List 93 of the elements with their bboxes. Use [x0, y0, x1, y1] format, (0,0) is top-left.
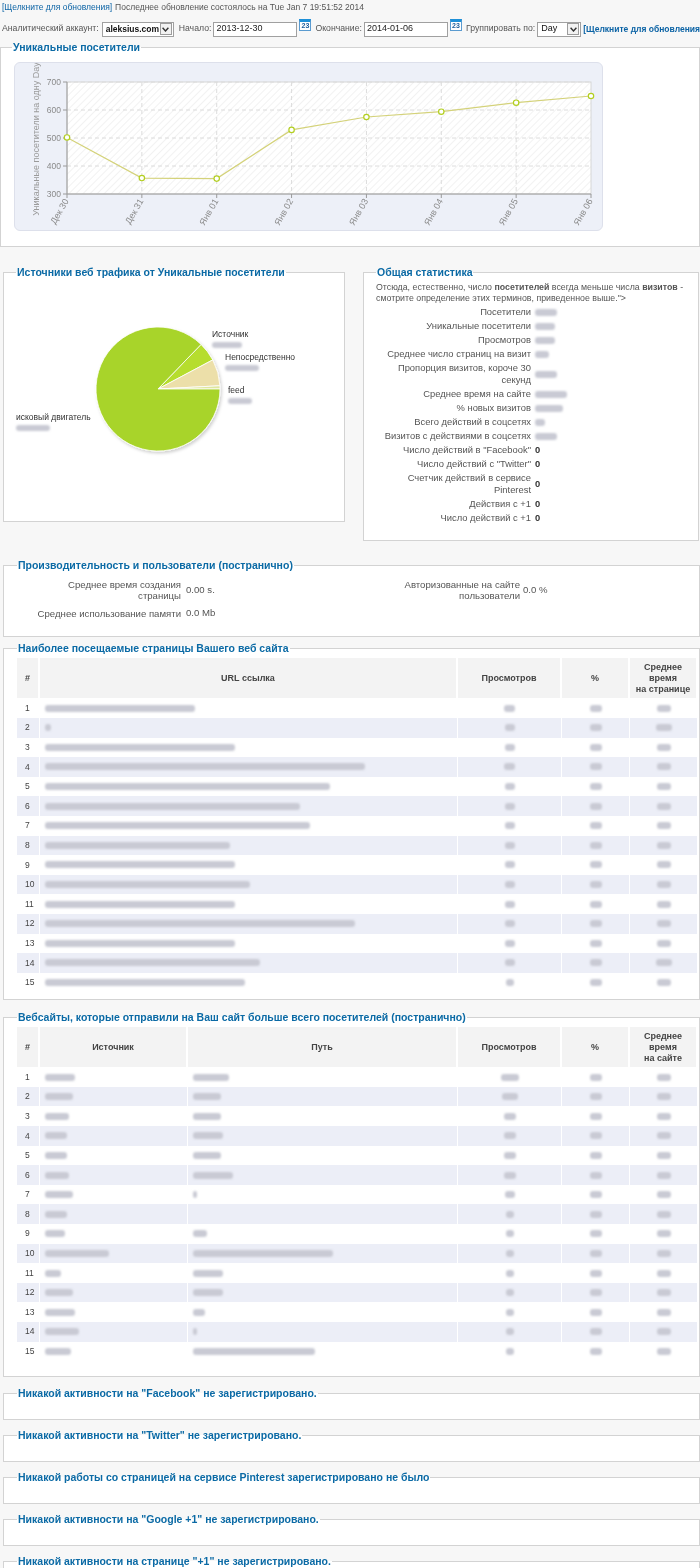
column-header: %	[562, 1027, 630, 1068]
row-number: 15	[25, 1345, 35, 1358]
stat-label: Среднее время на сайте	[422, 388, 531, 400]
field-label: Окончание:	[315, 22, 362, 36]
row-number: 9	[25, 858, 30, 872]
stat-label: Счетчик действий в сервисе Pinterest	[406, 472, 531, 496]
row-number: 1	[25, 701, 30, 715]
section-title: Никакой активности на "Facebook" не зарегистрировано.	[17, 1386, 318, 1401]
section-title: Никакой активности на странице "+1" не зарегистрировано.	[17, 1554, 332, 1568]
row-number: 12	[25, 917, 35, 931]
stat-label: Уникальные посетители	[425, 320, 531, 332]
row-number: 13	[25, 1305, 35, 1319]
stat-label: Число действий с "Twitter"	[415, 458, 531, 470]
column-header: Источник	[40, 1027, 188, 1068]
slice-label: Источник	[212, 329, 249, 339]
metric-value: 0.0 Mb	[186, 606, 216, 620]
column-header: Среднее время на сайте	[630, 1027, 698, 1068]
row-number: 11	[25, 1266, 34, 1280]
axis-tick-label: 700	[46, 77, 61, 87]
row-number: 6	[25, 1168, 30, 1182]
row-number: 6	[25, 799, 30, 813]
last-update-text: Последнее обновление состоялось на Tue Jan 7 19:51:52 2014	[115, 0, 364, 14]
axis-tick-label: 500	[46, 133, 61, 143]
row-number: 5	[25, 780, 30, 793]
section-title: Никакой активности на "Twitter" не зарегистрировано.	[17, 1428, 303, 1443]
row-number: 13	[25, 936, 35, 950]
row-number: 2	[25, 1090, 30, 1104]
stat-label: Действия с +1	[468, 498, 531, 510]
stat-label: % новых визитов	[455, 402, 531, 414]
stat-value: 0	[535, 498, 541, 510]
column-header: Просмотров	[458, 658, 562, 699]
slice-label: Непосредственно	[225, 352, 296, 362]
column-header: Путь	[188, 1027, 458, 1068]
field-label: Начало:	[178, 22, 212, 36]
stat-label: Число действий с +1	[439, 512, 531, 524]
section-title: Никакой работы со страницей на сервисе Pinterest зарегистрировано не было	[17, 1470, 431, 1485]
stat-label: Среднее число страниц на визит	[386, 348, 531, 360]
metric-label: Среднее использование памяти	[36, 607, 181, 619]
row-number: 10	[25, 878, 35, 891]
row-number: 3	[25, 741, 30, 754]
stat-label: Просмотров	[477, 334, 531, 346]
column-header: URL ссылка	[40, 658, 458, 699]
row-number: 15	[25, 976, 35, 989]
stat-label: Всего действий в соцсетях	[413, 416, 531, 428]
row-number: 2	[25, 721, 30, 735]
row-number: 4	[25, 760, 30, 774]
stat-label: Визитов с действиями в соцсетях	[383, 430, 531, 442]
section-title: Вебсайты, которые отправили на Ваш сайт больше всего посетителей (постранично)	[17, 1010, 467, 1025]
row-number: 4	[25, 1129, 30, 1143]
row-number: 11	[25, 897, 34, 911]
column-header: Среднее время на странице	[630, 658, 698, 699]
axis-tick-label: 400	[46, 161, 61, 171]
row-number: 3	[25, 1109, 30, 1123]
field-label: Группировать по:	[465, 22, 536, 36]
section-title: Общая статистика	[376, 265, 474, 279]
row-number: 8	[25, 838, 30, 852]
stat-value: 0	[535, 458, 541, 470]
slice-label: исковый двигатель	[16, 412, 91, 422]
row-number: 10	[25, 1247, 35, 1260]
row-number: 7	[25, 1188, 30, 1202]
stat-label: Пропорция визитов, короче 30 секунд	[396, 362, 531, 386]
row-number: 14	[25, 956, 35, 970]
metric-value: 0.00 s.	[186, 582, 215, 597]
section-title: Наиболее посещаемые страницы Вашего веб сайта	[17, 641, 290, 656]
column-header: %	[562, 658, 630, 699]
axis-title: Уникальные посетители на одну Day	[31, 63, 41, 216]
section-title: Никакой активности на "Google +1" не зарегистрировано.	[17, 1512, 320, 1527]
row-number: 8	[25, 1207, 30, 1221]
section-title: Источники веб трафика от Уникальные посетители	[16, 265, 286, 279]
row-number: 9	[25, 1227, 30, 1241]
section-title: Производительность и пользователи (постранично)	[17, 558, 294, 572]
row-number: 5	[25, 1149, 30, 1162]
axis-tick-label: 300	[46, 189, 61, 199]
column-header: #	[17, 1027, 40, 1068]
stat-value: 0	[535, 444, 541, 456]
metric-label: Авторизованные на сайте пользователи	[403, 579, 520, 601]
column-header: #	[17, 658, 40, 699]
stat-value: 0	[535, 478, 541, 490]
stat-label: Число действий в "Facebook"	[402, 444, 531, 456]
row-number: 14	[25, 1325, 35, 1339]
axis-tick-label: 600	[46, 105, 61, 115]
field-label: Аналитический аккаунт:	[2, 22, 99, 36]
row-number: 1	[25, 1070, 30, 1084]
stat-label: Посетители	[479, 306, 531, 318]
column-header: Просмотров	[458, 1027, 562, 1068]
row-number: 12	[25, 1286, 35, 1299]
intro-text: Отсюда, естественно, число посетителей всегда меньше числа визитов - смотрите определение этих терминов, приведенное выше.">	[376, 282, 685, 303]
stat-value: 0	[535, 512, 541, 524]
section-title: Уникальные посетители	[12, 40, 142, 54]
row-number: 7	[25, 819, 30, 833]
slice-label: feed	[228, 385, 245, 395]
metric-label: Среднее время создания страницы	[67, 579, 181, 601]
metric-value: 0.0 %	[523, 582, 548, 597]
